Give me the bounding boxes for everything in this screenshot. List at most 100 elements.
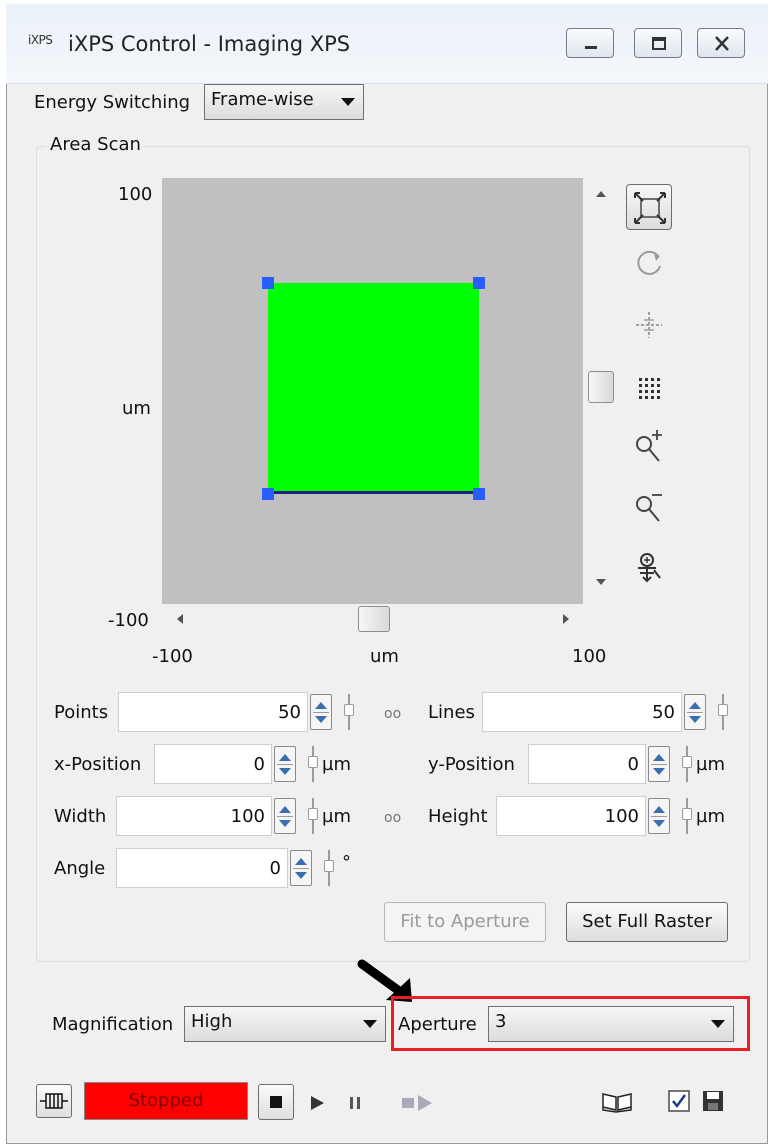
scroll-down-icon[interactable] — [595, 578, 607, 586]
horizontal-scroll-thumb[interactable] — [358, 606, 390, 632]
x-position-value: 0 — [253, 754, 265, 775]
angle-field[interactable]: 0 — [116, 848, 288, 888]
energy-switching-dropdown[interactable]: Frame-wise — [204, 84, 364, 120]
area-scan-label: Area Scan — [46, 134, 145, 155]
aperture-label: Aperture — [398, 1014, 477, 1035]
angle-unit: ° — [342, 852, 351, 873]
height-unit: µm — [696, 806, 725, 827]
energy-switching-label: Energy Switching — [34, 92, 191, 113]
connect-button[interactable] — [36, 1084, 72, 1118]
fit-view-button[interactable] — [626, 184, 672, 230]
angle-slider[interactable] — [324, 848, 334, 888]
energy-switching-value: Frame-wise — [211, 89, 314, 110]
x-axis-min-label: -100 — [152, 646, 193, 667]
lines-label: Lines — [428, 702, 475, 723]
points-spinner[interactable] — [310, 694, 332, 730]
angle-label: Angle — [54, 858, 106, 879]
play-icon[interactable] — [306, 1092, 328, 1114]
angle-spinner[interactable] — [290, 850, 312, 886]
app-logo-icon: iXPS — [28, 33, 53, 47]
zoom-select-button[interactable] — [626, 544, 672, 590]
close-icon — [715, 36, 729, 51]
angle-value: 0 — [269, 858, 281, 879]
width-unit: µm — [322, 806, 351, 827]
lines-value: 50 — [652, 702, 675, 723]
minimize-button[interactable] — [566, 28, 614, 58]
checkbox-icon[interactable] — [666, 1088, 692, 1114]
step-forward-icon[interactable] — [400, 1092, 440, 1114]
y-axis-min-label: -100 — [108, 610, 149, 631]
center-crosshair-button[interactable] — [626, 302, 672, 348]
status-indicator: Stopped — [84, 1082, 248, 1120]
y-position-slider[interactable] — [682, 744, 692, 784]
stop-button[interactable] — [258, 1084, 294, 1120]
chevron-down-icon — [341, 98, 355, 106]
height-field[interactable]: 100 — [496, 796, 646, 836]
y-position-field[interactable]: 0 — [528, 744, 646, 784]
vertical-scrollbar[interactable] — [586, 178, 616, 604]
y-axis-max-label: 100 — [118, 184, 153, 205]
center-crosshair-icon — [636, 312, 662, 338]
scroll-left-icon[interactable] — [176, 613, 184, 625]
scan-area-rectangle[interactable] — [268, 283, 479, 494]
points-slider[interactable] — [344, 692, 354, 732]
y-position-unit: µm — [696, 754, 725, 775]
zoom-in-button[interactable] — [626, 424, 672, 470]
close-button[interactable] — [697, 28, 745, 58]
maximize-icon — [652, 37, 666, 50]
magnification-label: Magnification — [52, 1014, 174, 1035]
rotate-icon — [637, 250, 661, 275]
magnification-value: High — [191, 1011, 233, 1032]
points-value: 50 — [278, 702, 301, 723]
lines-spinner[interactable] — [684, 694, 706, 730]
zoom-select-icon — [638, 553, 661, 583]
scan-handle-top-right[interactable] — [473, 277, 485, 289]
aperture-value: 3 — [495, 1011, 507, 1032]
width-spinner[interactable] — [274, 798, 296, 834]
stop-icon — [270, 1096, 282, 1108]
aperture-dropdown[interactable]: 3 — [488, 1006, 734, 1042]
y-position-label: y-Position — [428, 754, 515, 775]
x-position-field[interactable]: 0 — [154, 744, 272, 784]
x-position-spinner[interactable] — [274, 746, 296, 782]
connect-icon — [40, 1093, 68, 1109]
fit-to-aperture-button[interactable]: Fit to Aperture — [384, 902, 546, 942]
minimize-icon — [585, 46, 597, 49]
y-position-spinner[interactable] — [648, 746, 670, 782]
zoom-out-button[interactable] — [626, 484, 672, 530]
scan-handle-bottom-right[interactable] — [473, 488, 485, 500]
width-field[interactable]: 100 — [116, 796, 272, 836]
window-title: iXPS Control - Imaging XPS — [68, 32, 351, 56]
x-position-unit: µm — [322, 754, 351, 775]
link-width-height-icon[interactable]: oo — [384, 810, 401, 826]
scroll-up-icon[interactable] — [595, 190, 607, 198]
scan-handle-top-left[interactable] — [262, 277, 274, 289]
chevron-down-icon — [363, 1020, 377, 1028]
width-label: Width — [54, 806, 107, 827]
scroll-right-icon[interactable] — [562, 613, 570, 625]
scan-handle-bottom-left[interactable] — [262, 488, 274, 500]
lines-slider[interactable] — [718, 692, 728, 732]
height-slider[interactable] — [682, 796, 692, 836]
maximize-button[interactable] — [634, 28, 682, 58]
x-position-label: x-Position — [54, 754, 142, 775]
rotate-button[interactable] — [626, 240, 672, 286]
horizontal-scrollbar[interactable] — [162, 604, 583, 634]
vertical-scroll-thumb[interactable] — [588, 371, 614, 403]
x-position-slider[interactable] — [308, 744, 318, 784]
chevron-down-icon — [711, 1020, 725, 1028]
magnification-dropdown[interactable]: High — [184, 1006, 386, 1042]
points-field[interactable]: 50 — [118, 692, 308, 732]
lines-field[interactable]: 50 — [482, 692, 682, 732]
grid-points-button[interactable] — [626, 366, 672, 412]
pause-icon[interactable] — [344, 1092, 366, 1114]
save-icon[interactable] — [700, 1088, 726, 1114]
link-points-lines-icon[interactable]: oo — [384, 706, 401, 722]
height-spinner[interactable] — [648, 798, 670, 834]
book-icon[interactable] — [600, 1088, 634, 1114]
width-value: 100 — [230, 806, 265, 827]
set-full-raster-button[interactable]: Set Full Raster — [566, 902, 728, 942]
x-axis-unit-label: um — [370, 646, 399, 667]
width-slider[interactable] — [308, 796, 318, 836]
zoom-in-icon — [636, 430, 662, 462]
